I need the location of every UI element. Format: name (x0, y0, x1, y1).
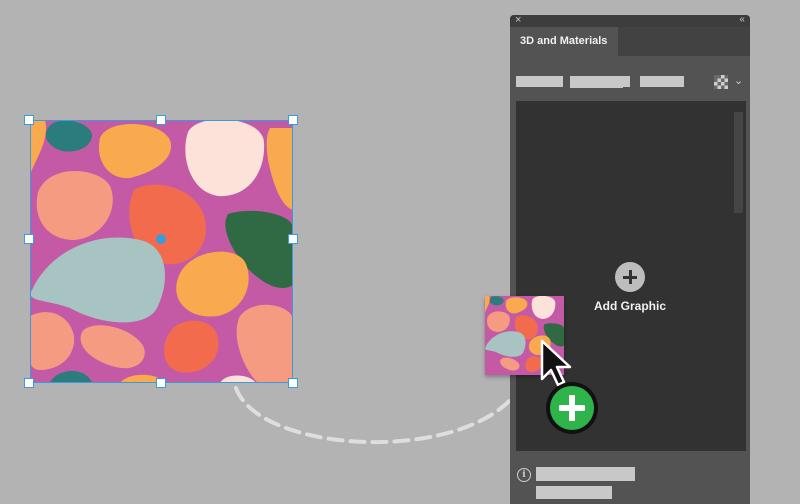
active-segment-indicator (570, 87, 623, 88)
resize-handle-left[interactable] (24, 234, 34, 244)
info-icon[interactable]: i (517, 468, 531, 482)
segment-lighting[interactable] (640, 76, 684, 87)
segment-object[interactable] (516, 76, 563, 87)
center-point (156, 234, 166, 244)
add-circle-icon[interactable] (615, 262, 645, 292)
tab-3d-and-materials[interactable]: 3D and Materials (510, 27, 618, 56)
placeholder-bar-secondary (536, 486, 612, 499)
plus-badge-icon (546, 382, 598, 434)
resize-handle-bottom-right[interactable] (288, 378, 298, 388)
panel-tabstrip: 3D and Materials (510, 27, 750, 56)
panel-topbar: × ‹‹ (510, 13, 750, 27)
checkerboard-grid-icon[interactable] (714, 75, 728, 89)
resize-handle-top[interactable] (156, 115, 166, 125)
resize-handle-top-right[interactable] (288, 115, 298, 125)
chevron-down-icon[interactable]: ⌄ (734, 74, 743, 88)
scrollbar[interactable] (734, 112, 743, 213)
close-icon[interactable]: × (515, 13, 521, 27)
placeholder-bar-primary (536, 467, 635, 481)
resize-handle-top-left[interactable] (24, 115, 34, 125)
pattern-artwork[interactable] (30, 120, 293, 383)
pattern-graphic (30, 120, 293, 383)
resize-handle-right[interactable] (288, 234, 298, 244)
resize-handle-bottom[interactable] (156, 378, 166, 388)
collapse-panel-icon[interactable]: ‹‹ (739, 13, 745, 27)
segment-materials[interactable] (570, 76, 630, 87)
resize-handle-bottom-left[interactable] (24, 378, 34, 388)
add-graphic-label[interactable]: Add Graphic (580, 299, 680, 313)
